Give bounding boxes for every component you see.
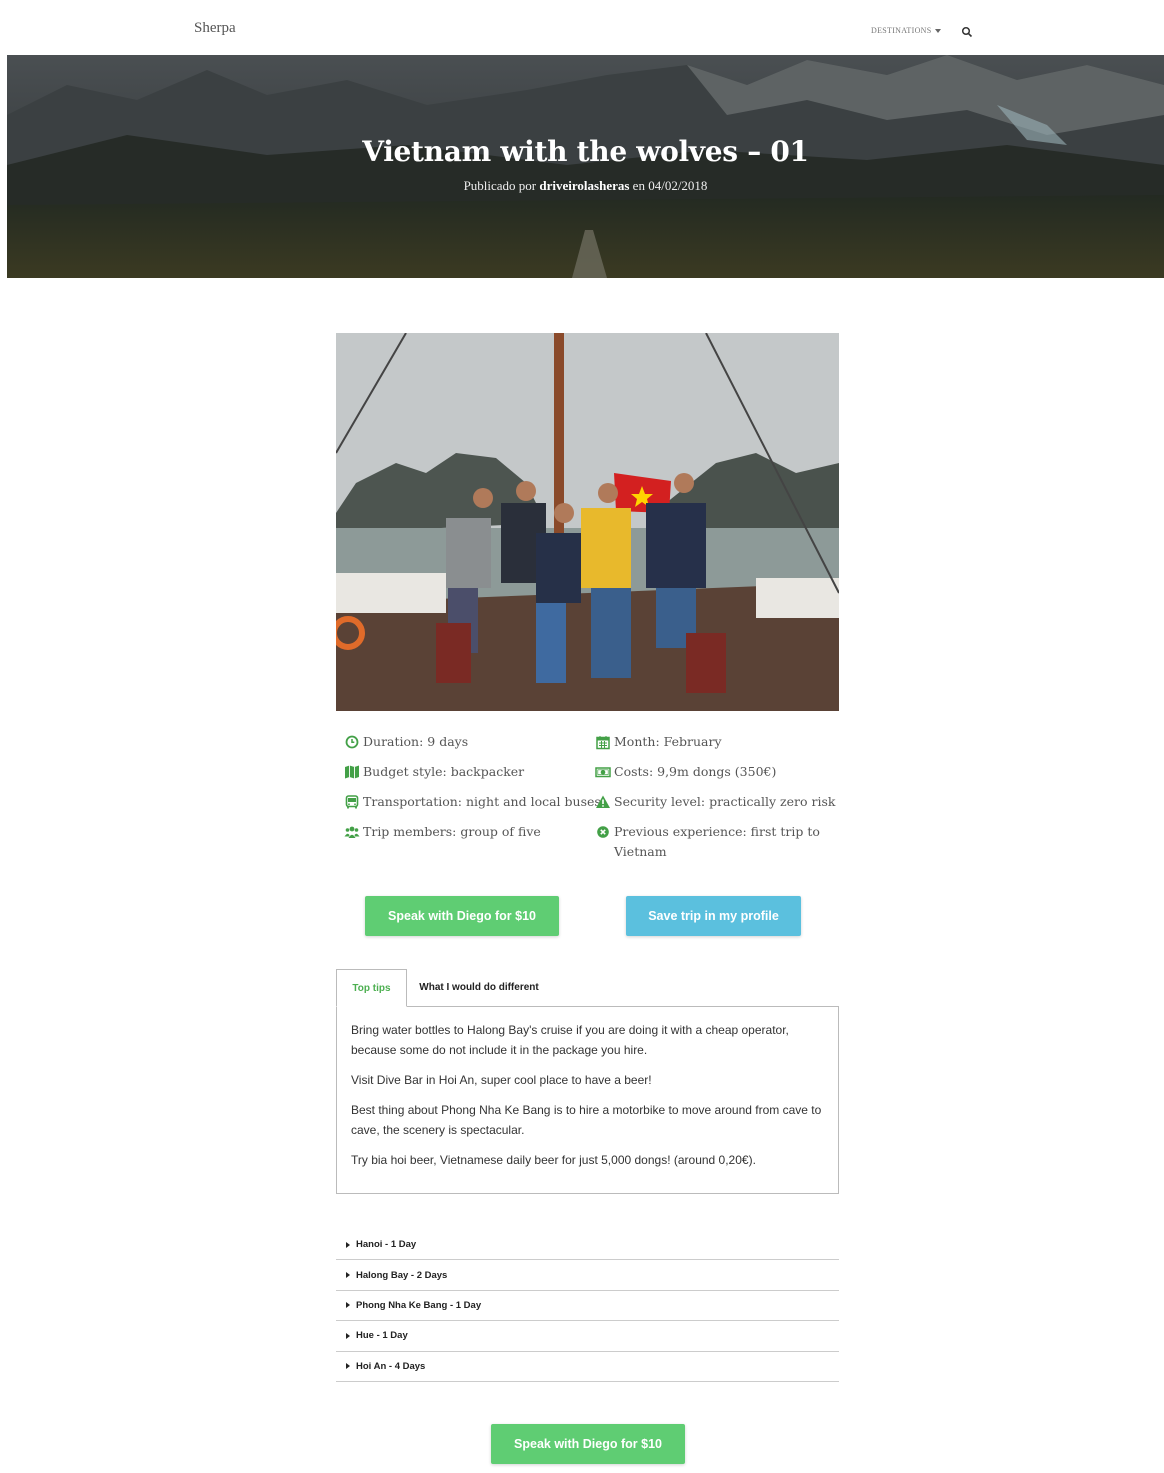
hero-banner: Vietnam with the wolves – 01 Publicado p…: [7, 55, 1164, 278]
brand-logo[interactable]: Sherpa: [194, 20, 236, 37]
tab-what-i-would-do-different[interactable]: What I would do different: [407, 969, 551, 1007]
caret-right-icon: [346, 1363, 350, 1370]
trip-title: Vietnam with the wolves – 01: [362, 135, 809, 168]
fact-security-text: Security level: practically zero risk: [614, 794, 836, 809]
itinerary-accordion: Hanoi - 1 Day Halong Bay - 2 Days Phong …: [336, 1230, 839, 1382]
itinerary-item-hoi-an[interactable]: Hoi An - 4 Days: [336, 1352, 839, 1382]
fact-costs-text: Costs: 9,9m dongs (350€): [614, 764, 777, 779]
trip-photo: [336, 333, 839, 711]
itinerary-label: Phong Nha Ke Bang - 1 Day: [356, 1299, 482, 1311]
tip-item: Best thing about Phong Nha Ke Bang is to…: [351, 1103, 822, 1137]
caret-right-icon: [346, 1241, 350, 1248]
caret-right-icon: [346, 1332, 350, 1339]
fact-duration: Duration: 9 days: [344, 732, 468, 752]
fact-budget: Budget style: backpacker: [344, 762, 524, 782]
itinerary-label: Hanoi - 1 Day: [356, 1239, 417, 1251]
itinerary-label: Halong Bay - 2 Days: [356, 1269, 448, 1281]
search-icon[interactable]: [961, 26, 973, 38]
date-prefix: en: [632, 178, 645, 193]
warning-icon: [596, 795, 610, 808]
speak-with-diego-bottom-button[interactable]: Speak with Diego for $10: [491, 1424, 685, 1464]
calendar-icon: [596, 736, 610, 750]
fact-budget-text: Budget style: backpacker: [363, 764, 525, 779]
tips-tabs: Top tips What I would do different: [336, 969, 839, 1007]
map-icon: [345, 765, 359, 779]
published-prefix: Publicado por: [463, 178, 537, 193]
fact-members-text: Trip members: group of five: [363, 824, 541, 839]
fact-transportation-text: Transportation: night and local buses: [363, 794, 601, 809]
fact-month-text: Month: February: [614, 734, 722, 749]
itinerary-item-hanoi[interactable]: Hanoi - 1 Day: [336, 1230, 839, 1261]
fact-security: Security level: practically zero risk: [595, 792, 835, 812]
times-circle-icon: [597, 826, 609, 838]
itinerary-item-hue[interactable]: Hue - 1 Day: [336, 1321, 839, 1352]
tip-item: Try bia hoi beer, Vietnamese daily beer …: [351, 1153, 756, 1167]
tab-top-tips[interactable]: Top tips: [336, 969, 407, 1007]
fact-month: Month: February: [595, 732, 722, 752]
itinerary-item-halong-bay[interactable]: Halong Bay - 2 Days: [336, 1260, 839, 1291]
fact-members: Trip members: group of five: [344, 822, 541, 842]
save-trip-button[interactable]: Save trip in my profile: [626, 896, 801, 936]
itinerary-label: Hue - 1 Day: [356, 1330, 408, 1342]
destinations-menu[interactable]: DESTINATIONS: [871, 26, 941, 35]
caret-down-icon: [934, 29, 941, 34]
fact-experience: Previous experience: first trip to Vietna…: [595, 822, 820, 862]
top-tips-panel: Bring water bottles to Halong Bay's crui…: [336, 1006, 839, 1194]
published-info: Publicado por driveirolasheras en 04/02/…: [7, 178, 1164, 194]
tip-item: Visit Dive Bar in Hoi An, super cool pla…: [351, 1073, 652, 1087]
destinations-label: DESTINATIONS: [871, 26, 932, 35]
users-icon: [344, 826, 360, 838]
tip-item: Bring water bottles to Halong Bay's crui…: [351, 1023, 789, 1057]
bus-icon: [345, 795, 359, 809]
itinerary-label: Hoi An - 4 Days: [356, 1360, 426, 1372]
clock-icon: [345, 735, 359, 749]
fact-duration-text: Duration: 9 days: [363, 734, 469, 749]
author-name[interactable]: driveirolasheras: [539, 178, 629, 193]
money-icon: [595, 767, 611, 778]
caret-right-icon: [346, 1272, 350, 1279]
caret-right-icon: [346, 1302, 350, 1309]
fact-transportation: Transportation: night and local buses: [344, 792, 601, 812]
speak-with-diego-button[interactable]: Speak with Diego for $10: [365, 896, 559, 936]
fact-experience-line2: Vietnam: [614, 844, 667, 859]
published-date: 04/02/2018: [648, 178, 708, 193]
fact-costs: Costs: 9,9m dongs (350€): [595, 762, 776, 782]
group-on-boat-image: [336, 333, 839, 711]
fact-experience-line1: Previous experience: first trip to: [614, 824, 820, 839]
itinerary-item-phong-nha-ke-bang[interactable]: Phong Nha Ke Bang - 1 Day: [336, 1291, 839, 1322]
top-navbar: Sherpa DESTINATIONS: [0, 0, 1164, 55]
fact-experience-text: Previous experience: first trip to Vietna…: [614, 822, 820, 862]
